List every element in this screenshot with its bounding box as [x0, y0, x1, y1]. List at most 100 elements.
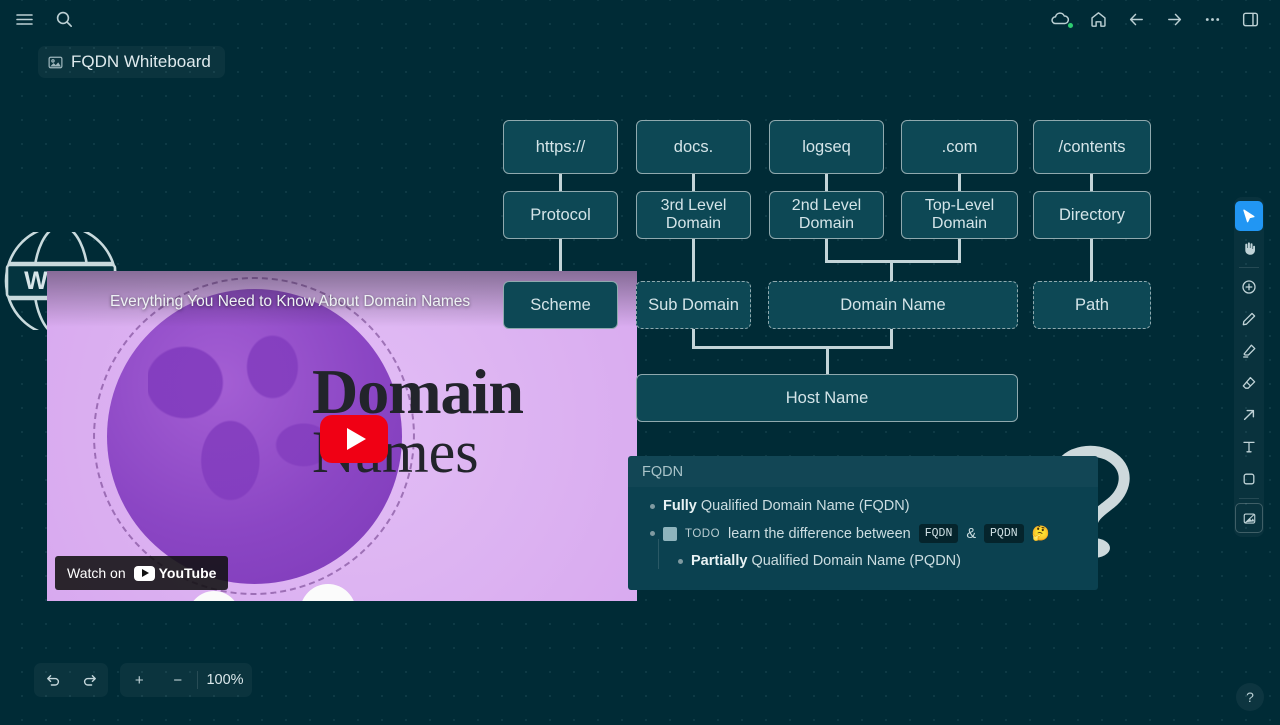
node-url-part-3rd-level[interactable]: docs. [636, 120, 751, 174]
connector-line [958, 239, 961, 262]
shape-tool-button[interactable] [1235, 464, 1263, 494]
watch-on-youtube-button[interactable]: Watch on YouTube [55, 556, 228, 590]
connector-line [890, 260, 893, 281]
video-title[interactable]: Everything You Need to Know About Domain… [110, 293, 470, 311]
search-icon[interactable] [52, 7, 76, 31]
bullet-dot-icon [678, 559, 683, 564]
top-bar-right [1048, 7, 1268, 31]
connector-line [825, 239, 828, 262]
node-host-name[interactable]: Host Name [636, 374, 1018, 422]
note-body: Fully Qualified Domain Name (FQDN) TODO … [628, 487, 1098, 569]
watch-on-label: Watch on [67, 565, 126, 581]
node-label: Top-Level Domain [908, 197, 1011, 234]
connector-line [958, 174, 961, 191]
thumbnail-title-line1: Domain [312, 363, 612, 422]
whiteboard-app: FQDN Whiteboard https:// docs. logseq .c… [0, 0, 1280, 725]
eraser-tool-button[interactable] [1235, 368, 1263, 398]
node-url-part-tld[interactable]: .com [901, 120, 1018, 174]
node-label: Sub Domain [648, 296, 739, 315]
add-tool-button[interactable] [1235, 272, 1263, 302]
node-label: logseq [802, 138, 851, 157]
connector-line [826, 346, 829, 374]
youtube-play-icon[interactable] [320, 415, 388, 463]
cloud-sync-icon[interactable] [1048, 7, 1072, 31]
top-bar-left [12, 7, 76, 31]
home-icon[interactable] [1086, 7, 1110, 31]
connector-line [559, 174, 562, 191]
fqdn-note-card[interactable]: FQDN Fully Qualified Domain Name (FQDN) … [628, 456, 1098, 590]
highlighter-tool-button[interactable] [1235, 336, 1263, 366]
note-title: FQDN [642, 464, 683, 480]
node-3rd-level-domain[interactable]: 3rd Level Domain [636, 191, 751, 239]
sync-status-dot [1067, 22, 1074, 29]
node-label: Domain Name [840, 296, 945, 315]
node-url-part-directory[interactable]: /contents [1033, 120, 1151, 174]
node-2nd-level-domain[interactable]: 2nd Level Domain [769, 191, 884, 239]
todo-checkbox[interactable] [663, 527, 677, 541]
pencil-tool-button[interactable] [1235, 304, 1263, 334]
todo-keyword: TODO [685, 528, 720, 540]
note-bullet-todo[interactable]: TODO learn the difference between FQDN &… [650, 524, 1084, 543]
ampersand: & [966, 526, 976, 542]
text-tool-button[interactable] [1235, 432, 1263, 462]
code-pqdn: PQDN [984, 524, 1024, 543]
thumbnail-tld-com: .com [300, 584, 356, 601]
back-arrow-icon[interactable] [1124, 7, 1148, 31]
node-label: .com [942, 138, 978, 157]
youtube-logo: YouTube [134, 565, 217, 581]
bullet-text: Qualified Domain Name (FQDN) [701, 498, 910, 514]
node-protocol[interactable]: Protocol [503, 191, 618, 239]
zoom-in-button[interactable]: + [120, 663, 159, 697]
node-label: Protocol [530, 206, 591, 225]
node-label: Path [1075, 296, 1109, 315]
node-domain-name[interactable]: Domain Name [768, 281, 1018, 329]
zoom-controls: + − 100% [120, 663, 252, 697]
node-path[interactable]: Path [1033, 281, 1151, 329]
undo-button[interactable] [34, 663, 71, 697]
redo-button[interactable] [71, 663, 108, 697]
zoom-out-button[interactable]: − [159, 663, 198, 697]
node-directory[interactable]: Directory [1033, 191, 1151, 239]
arrow-tool-button[interactable] [1235, 400, 1263, 430]
node-label: docs. [674, 138, 713, 157]
zoom-level-label[interactable]: 100% [198, 663, 252, 697]
connector-line [825, 174, 828, 191]
bullet-dot-icon [650, 504, 655, 509]
hamburger-menu-icon[interactable] [12, 7, 36, 31]
bullet-text: Qualified Domain Name (PQDN) [751, 553, 961, 569]
node-url-part-2nd-level[interactable]: logseq [769, 120, 884, 174]
history-controls [34, 663, 108, 697]
bullet-bold-text: Partially [691, 553, 747, 569]
node-sub-domain[interactable]: Sub Domain [636, 281, 751, 329]
media-tool-button[interactable] [1235, 503, 1263, 533]
top-bar [0, 0, 1280, 38]
forward-arrow-icon[interactable] [1162, 7, 1186, 31]
node-label: 3rd Level Domain [643, 197, 744, 234]
node-label: 2nd Level Domain [776, 197, 877, 234]
right-sidebar-toggle-icon[interactable] [1238, 7, 1262, 31]
node-url-part-protocol[interactable]: https:// [503, 120, 618, 174]
bullet-dot-icon [650, 531, 655, 536]
todo-text: learn the difference between [728, 526, 911, 542]
hand-tool-button[interactable] [1235, 233, 1263, 263]
note-title-bar[interactable]: FQDN [628, 456, 1098, 487]
node-scheme[interactable]: Scheme [503, 281, 618, 329]
whiteboard-canvas[interactable]: https:// docs. logseq .com /contents Pro… [0, 0, 1280, 725]
connector-line [692, 174, 695, 191]
select-tool-button[interactable] [1235, 201, 1263, 231]
code-fqdn: FQDN [919, 524, 959, 543]
bullet-bold-text: Fully [663, 498, 697, 514]
node-label: Host Name [786, 389, 869, 408]
youtube-mark-icon [134, 566, 155, 581]
connector-line [825, 260, 961, 263]
node-top-level-domain[interactable]: Top-Level Domain [901, 191, 1018, 239]
note-bullet-pqdn[interactable]: Partially Qualified Domain Name (PQDN) [678, 553, 1084, 569]
node-label: Directory [1059, 206, 1125, 225]
toolbar-divider [1239, 498, 1259, 499]
thinking-face-emoji: 🤔 [1032, 525, 1050, 542]
note-bullet-fqdn[interactable]: Fully Qualified Domain Name (FQDN) [650, 498, 1084, 514]
node-label: /contents [1059, 138, 1126, 157]
help-button[interactable]: ? [1236, 683, 1264, 711]
ellipsis-icon[interactable] [1200, 7, 1224, 31]
tools-toolbar [1234, 197, 1264, 537]
